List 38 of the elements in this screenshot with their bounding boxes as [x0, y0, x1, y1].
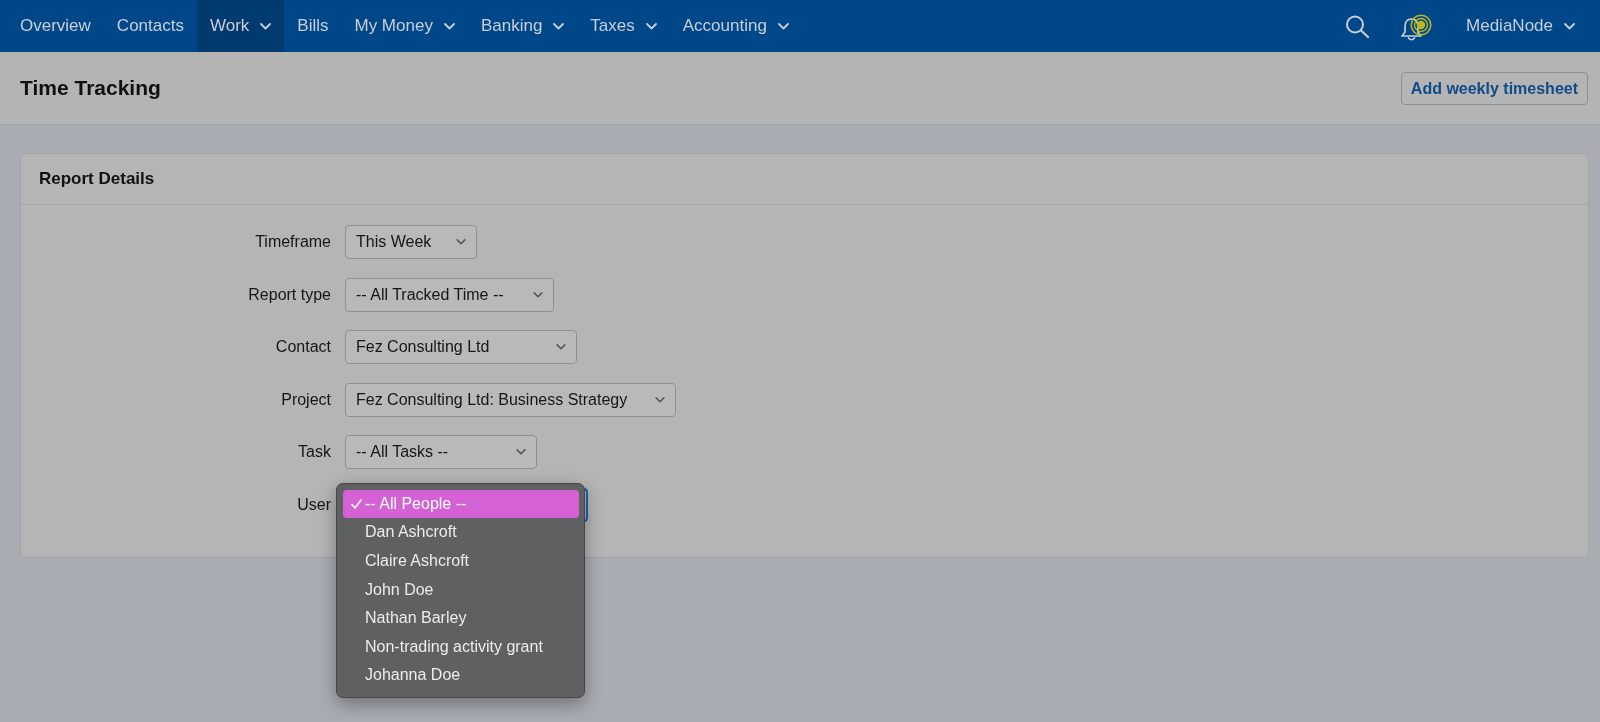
nav-tab[interactable]: Contacts [103, 0, 197, 52]
chevron-down-icon [533, 291, 543, 298]
dropdown-option[interactable]: John Doe [343, 575, 579, 604]
chevron-down-icon [456, 239, 466, 245]
nav-tab[interactable]: Overview [7, 0, 104, 52]
nav-tab[interactable]: Accounting [669, 0, 802, 52]
page-title: Time Tracking [20, 75, 161, 101]
select-field[interactable]: Fez Consulting Ltd: Business Strategy [345, 382, 676, 417]
checkmark-icon [351, 498, 362, 509]
field-label: Timeframe [255, 232, 331, 252]
chevron-down-icon [516, 449, 526, 455]
nav-tab[interactable]: Taxes [577, 0, 670, 52]
nav-tab[interactable]: Work [196, 0, 285, 52]
field-label: User [297, 494, 331, 515]
dropdown-option[interactable]: Dan Ashcroft [343, 518, 579, 547]
add-timesheet-button[interactable]: Add weekly timesheet [1400, 71, 1588, 105]
account-menu[interactable]: MediaNode [1453, 0, 1588, 52]
dropdown-option[interactable]: Nathan Barley [343, 603, 579, 633]
search-icon[interactable] [1345, 14, 1371, 38]
select-field[interactable]: Fez Consulting Ltd [345, 330, 577, 364]
nav-tab[interactable]: My Money [341, 0, 468, 52]
nav-tab[interactable]: Banking [467, 0, 578, 52]
card-title: Report Details [21, 154, 1588, 205]
dropdown-option[interactable]: Non-trading activity grant [343, 632, 579, 662]
chevron-down-icon [655, 396, 665, 403]
select-field[interactable]: This Week [345, 225, 477, 259]
field-label: Project [281, 389, 331, 410]
dropdown-option[interactable]: Claire Ashcroft [343, 546, 579, 576]
field-label: Report type [248, 284, 331, 305]
field-label: Task [298, 442, 331, 462]
dropdown-option[interactable]: Johanna Doe [343, 661, 579, 690]
chevron-down-icon [556, 344, 566, 350]
select-field[interactable]: -- All Tracked Time -- [345, 277, 554, 312]
dropdown-option[interactable]: -- All People -- [343, 489, 579, 519]
select-field[interactable]: -- All Tasks -- [345, 435, 537, 469]
bell-icon[interactable] [1400, 16, 1424, 42]
nav-tab[interactable]: Bills [284, 0, 342, 52]
field-label: Contact [275, 337, 331, 357]
